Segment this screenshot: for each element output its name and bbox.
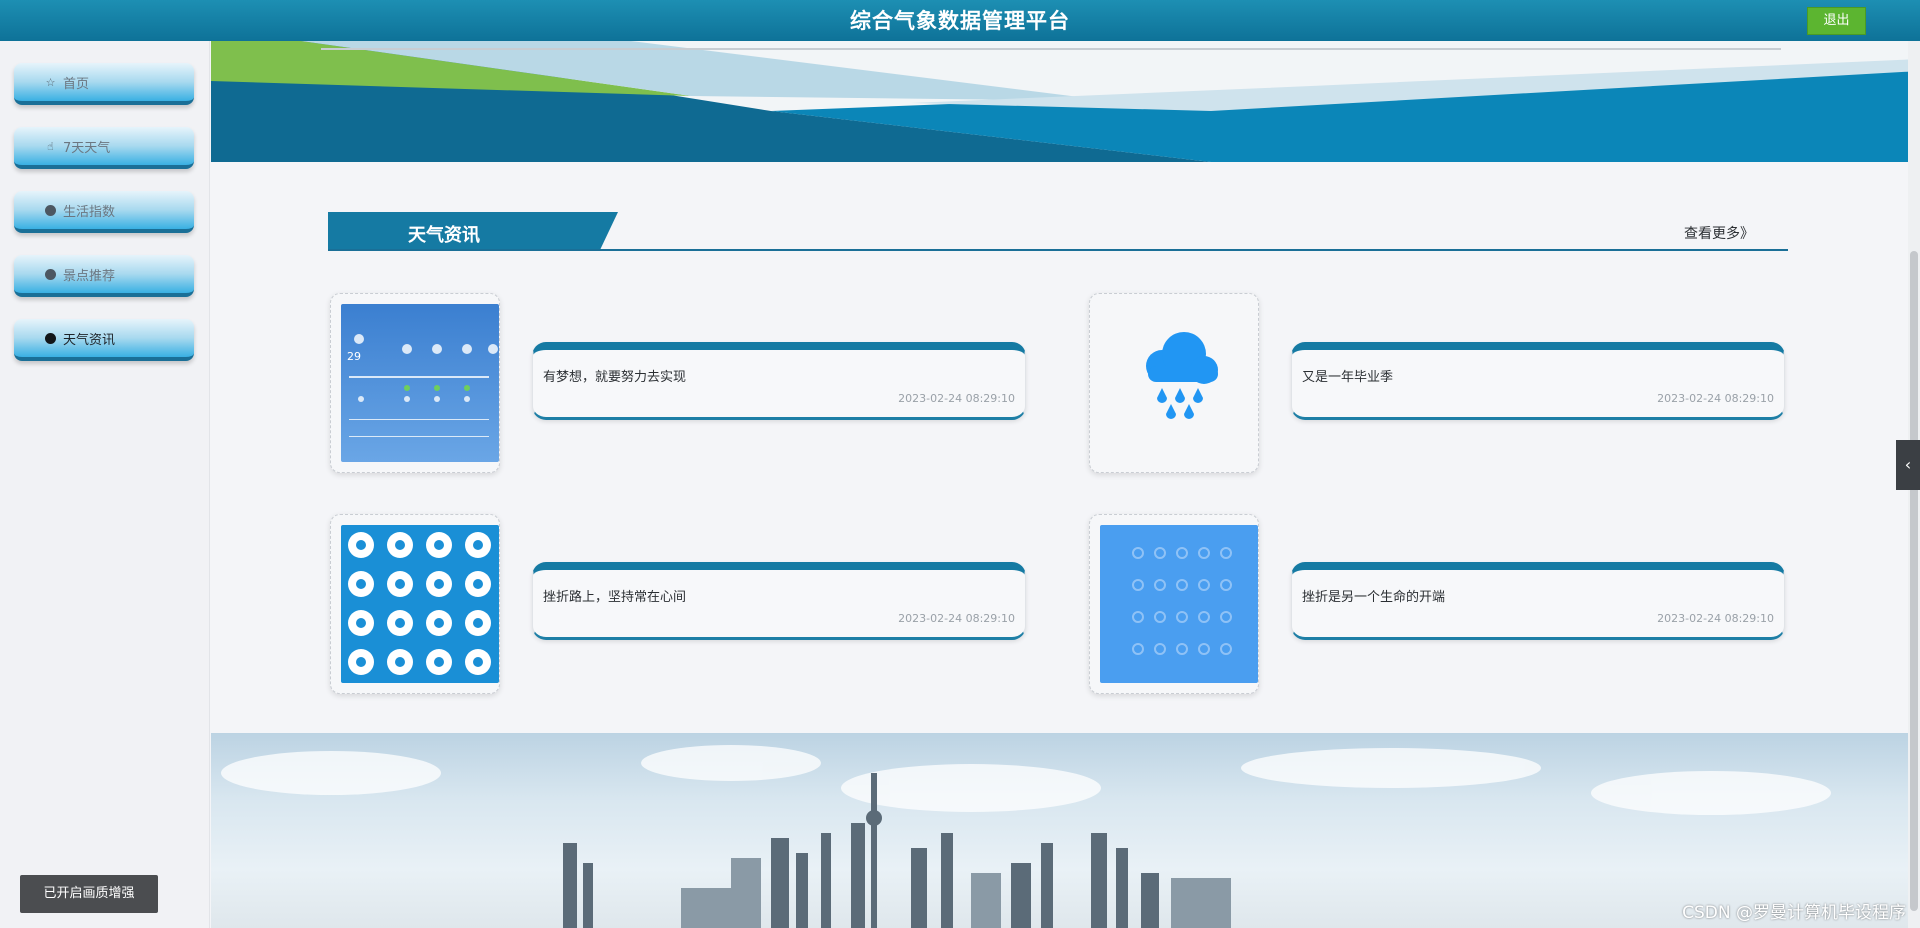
section-title: 天气资讯 <box>408 225 480 246</box>
news-item-card[interactable]: 挫折是另一个生命的开端 2023-02-24 08:29:10 <box>1291 562 1785 640</box>
city-skyline-graphic <box>221 745 1831 928</box>
quality-toast: 已开启画质增强 <box>20 875 158 913</box>
sidebar-item-label: 景点推荐 <box>63 268 116 284</box>
watermark: CSDN @罗曼计算机毕设程序 <box>1682 903 1906 923</box>
sidebar-item-label: 生活指数 <box>63 204 116 220</box>
news-item-card[interactable]: 有梦想，就要努力去实现 2023-02-24 08:29:10 <box>532 342 1026 420</box>
banner-graphic <box>211 41 1920 162</box>
dot-icon <box>44 204 57 217</box>
news-title: 挫折是另一个生命的开端 <box>1302 590 1446 605</box>
news-item-card[interactable]: 又是一年毕业季 2023-02-24 08:29:10 <box>1291 342 1785 420</box>
news-date: 2023-02-24 08:29:10 <box>898 392 1015 405</box>
sidebar-item-label: 7天天气 <box>63 140 111 156</box>
news-item-card[interactable]: 挫折路上，坚持常在心间 2023-02-24 08:29:10 <box>532 562 1026 640</box>
info-icon <box>44 332 57 345</box>
svg-text:29: 29 <box>347 350 361 363</box>
sidebar: ☆ 首页 ☝ 7天天气 生活指数 景点推荐 天气资讯 <box>0 41 210 928</box>
chevron-left-icon[interactable]: ‹ <box>1896 440 1920 490</box>
app-title: 综合气象数据管理平台 <box>850 9 1070 33</box>
news-image-card[interactable] <box>1089 293 1259 473</box>
weather-icons-panel <box>1100 525 1258 683</box>
news-image-card[interactable] <box>1089 514 1259 694</box>
logout-button[interactable]: 退出 <box>1807 7 1866 35</box>
news-section-header: 天气资讯 查看更多》 <box>328 212 1788 252</box>
news-date: 2023-02-24 08:29:10 <box>1657 392 1774 405</box>
news-title: 有梦想，就要努力去实现 <box>543 370 687 385</box>
weather-app-screenshot: 29 <box>341 304 499 462</box>
sidebar-item-weather-news[interactable]: 天气资讯 <box>14 319 194 361</box>
news-title: 又是一年毕业季 <box>1302 370 1394 385</box>
top-bar: 综合气象数据管理平台 退出 <box>0 0 1920 41</box>
sidebar-item-attractions[interactable]: 景点推荐 <box>14 255 194 297</box>
news-image-card[interactable]: 29 <box>330 293 500 473</box>
dot-icon <box>44 268 57 281</box>
sidebar-item-label: 首页 <box>63 76 90 92</box>
rain-cloud-icon <box>1100 304 1258 462</box>
news-date: 2023-02-24 08:29:10 <box>1657 612 1774 625</box>
city-skyline-banner <box>211 733 1920 928</box>
news-image-card[interactable] <box>330 514 500 694</box>
sidebar-item-label: 天气资讯 <box>63 332 116 348</box>
news-title: 挫折路上，坚持常在心间 <box>543 590 687 605</box>
hand-icon: ☝ <box>47 139 54 153</box>
sidebar-item-home[interactable]: ☆ 首页 <box>14 63 194 105</box>
sidebar-item-7day-weather[interactable]: ☝ 7天天气 <box>14 127 194 169</box>
weather-icons-grid <box>341 525 499 683</box>
star-icon: ☆ <box>45 75 56 89</box>
news-date: 2023-02-24 08:29:10 <box>898 612 1015 625</box>
view-more-link[interactable]: 查看更多》 <box>1684 223 1754 243</box>
scrollbar-thumb[interactable] <box>1910 251 1918 911</box>
top-banner <box>211 41 1920 162</box>
section-divider <box>328 249 1788 251</box>
sidebar-item-life-index[interactable]: 生活指数 <box>14 191 194 233</box>
